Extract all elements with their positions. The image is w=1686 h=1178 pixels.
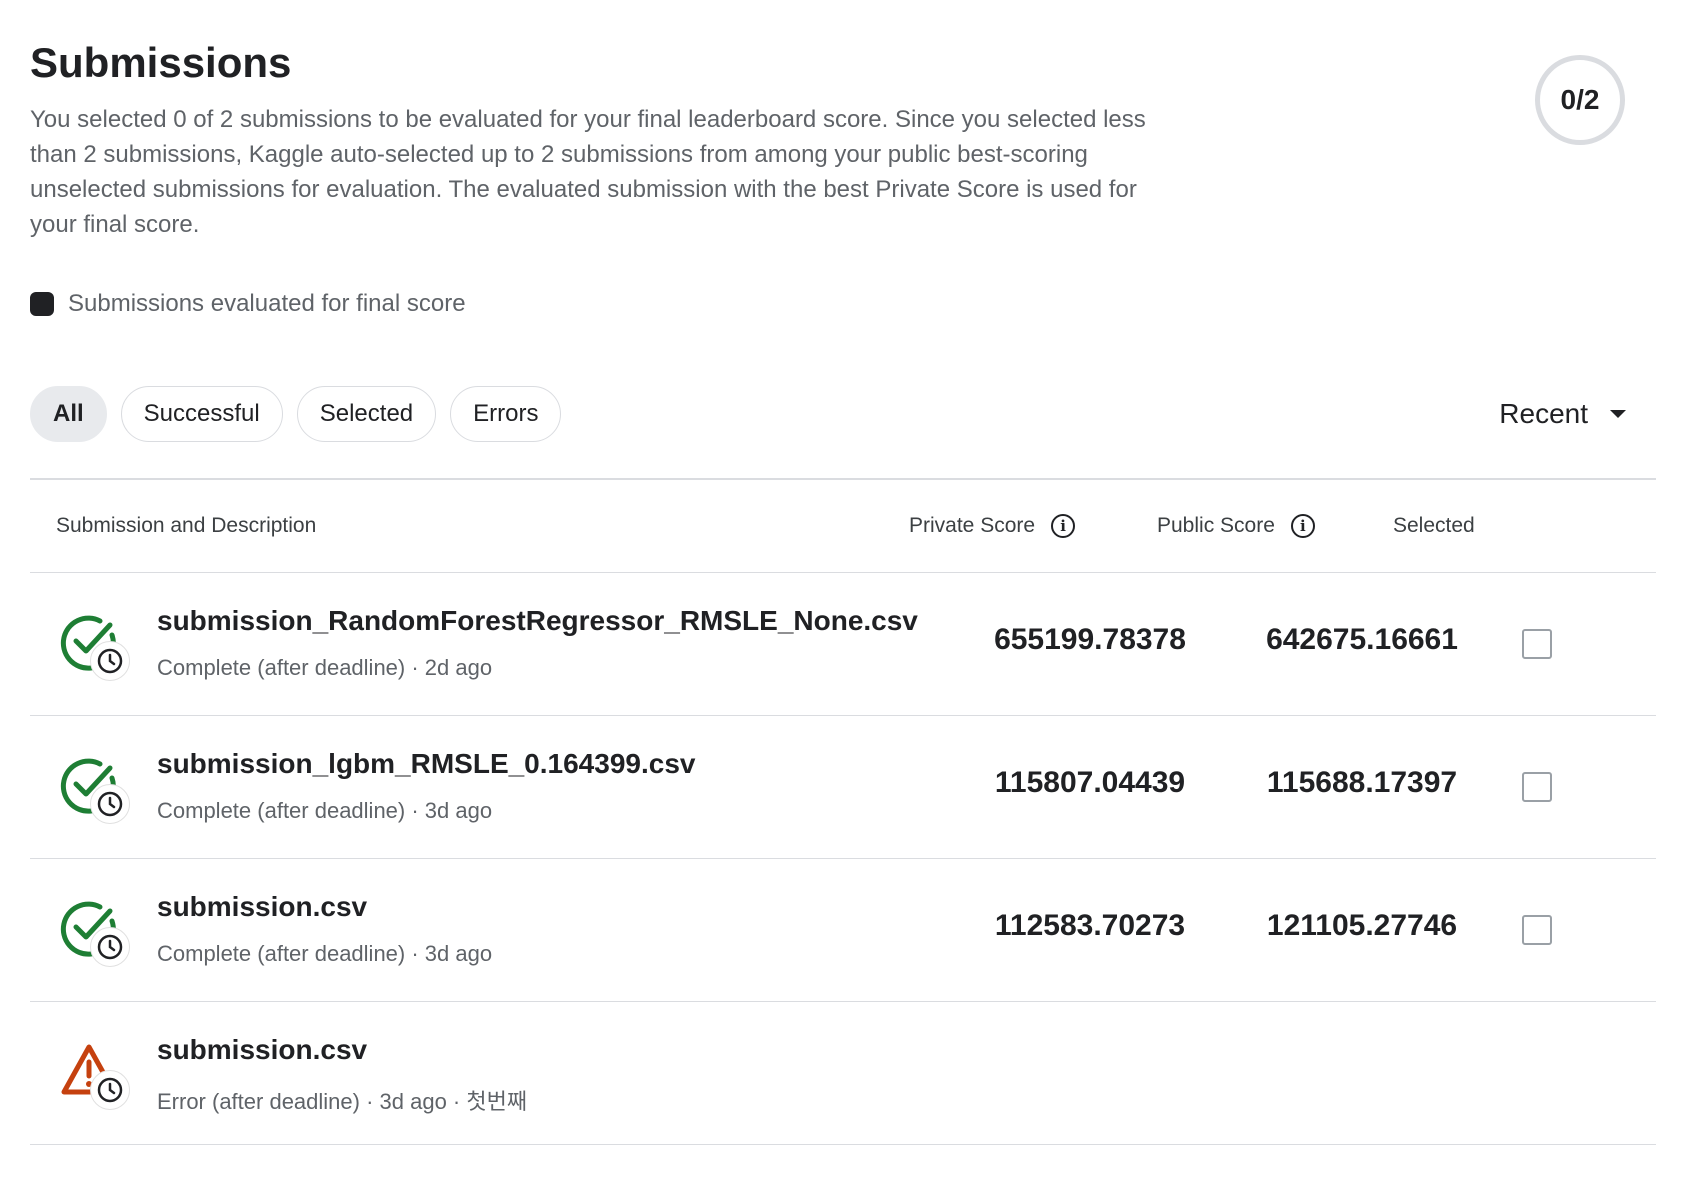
info-icon[interactable]: i <box>1290 514 1315 538</box>
legend-swatch <box>30 292 54 316</box>
clock-icon <box>90 641 130 681</box>
header-selected: Selected <box>1393 480 1475 572</box>
table-row[interactable]: submission.csv Complete (after deadline)… <box>30 859 1656 1002</box>
private-score: 115807.04439 <box>994 766 1186 799</box>
select-checkbox[interactable] <box>1522 772 1552 802</box>
caret-down-icon <box>1610 410 1626 418</box>
header-public-score-label: Public Score <box>1157 514 1275 537</box>
select-checkbox[interactable] <box>1522 915 1552 945</box>
header-public-score: Public Score i <box>1157 480 1315 572</box>
legend-label: Submissions evaluated for final score <box>68 290 466 317</box>
filter-chip-selected[interactable]: Selected <box>296 386 437 442</box>
filter-chip-errors[interactable]: Errors <box>450 386 562 442</box>
submission-status-text: Error (after deadline) · 3d ago · 첫번째 <box>157 1089 528 1114</box>
table-header: Submission and Description Private Score… <box>30 478 1656 573</box>
header-private-score: Private Score i <box>909 480 1076 572</box>
filter-chips: All Successful Selected Errors <box>30 386 562 442</box>
table-row[interactable]: submission_RandomForestRegressor_RMSLE_N… <box>30 573 1656 716</box>
submission-name[interactable]: submission.csv <box>157 1034 367 1066</box>
table-row[interactable]: submission.csv Error (after deadline) · … <box>30 1002 1656 1145</box>
selection-counter: 0/2 <box>1535 55 1625 145</box>
submission-name[interactable]: submission.csv <box>157 891 367 923</box>
sort-dropdown[interactable]: Recent <box>1499 398 1626 430</box>
warning-triangle-icon <box>60 1042 130 1112</box>
select-checkbox[interactable] <box>1522 629 1552 659</box>
submission-name[interactable]: submission_lgbm_RMSLE_0.164399.csv <box>157 748 695 780</box>
submission-status-text: Complete (after deadline) · 3d ago <box>157 798 493 823</box>
legend: Submissions evaluated for final score <box>30 290 466 318</box>
table-row[interactable]: submission_lgbm_RMSLE_0.164399.csv Compl… <box>30 716 1656 859</box>
sort-label: Recent <box>1499 398 1588 429</box>
filter-chip-all[interactable]: All <box>30 386 107 442</box>
clock-icon <box>90 1070 130 1110</box>
submission-name[interactable]: submission_RandomForestRegressor_RMSLE_N… <box>157 605 918 637</box>
header-submission-label: Submission and Description <box>56 514 317 537</box>
submission-status-text: Complete (after deadline) · 3d ago <box>157 941 493 966</box>
submissions-table: Submission and Description Private Score… <box>30 478 1656 1145</box>
page-description: You selected 0 of 2 submissions to be ev… <box>30 106 1146 238</box>
filter-chip-successful[interactable]: Successful <box>120 386 283 442</box>
public-score: 115688.17397 <box>1266 766 1458 799</box>
info-icon[interactable]: i <box>1051 514 1076 538</box>
check-circle-icon <box>60 899 130 969</box>
header-submission: Submission and Description <box>56 480 316 572</box>
check-circle-icon <box>60 613 130 683</box>
clock-icon <box>90 927 130 967</box>
submission-status-text: Complete (after deadline) · 2d ago <box>157 655 493 680</box>
public-score: 121105.27746 <box>1266 909 1458 942</box>
page-title: Submissions <box>30 39 292 86</box>
private-score: 112583.70273 <box>994 909 1186 942</box>
private-score: 655199.78378 <box>994 623 1186 656</box>
header-private-score-label: Private Score <box>909 514 1036 537</box>
public-score: 642675.16661 <box>1266 623 1458 656</box>
clock-icon <box>90 784 130 824</box>
check-circle-icon <box>60 756 130 826</box>
header-selected-label: Selected <box>1393 514 1475 537</box>
